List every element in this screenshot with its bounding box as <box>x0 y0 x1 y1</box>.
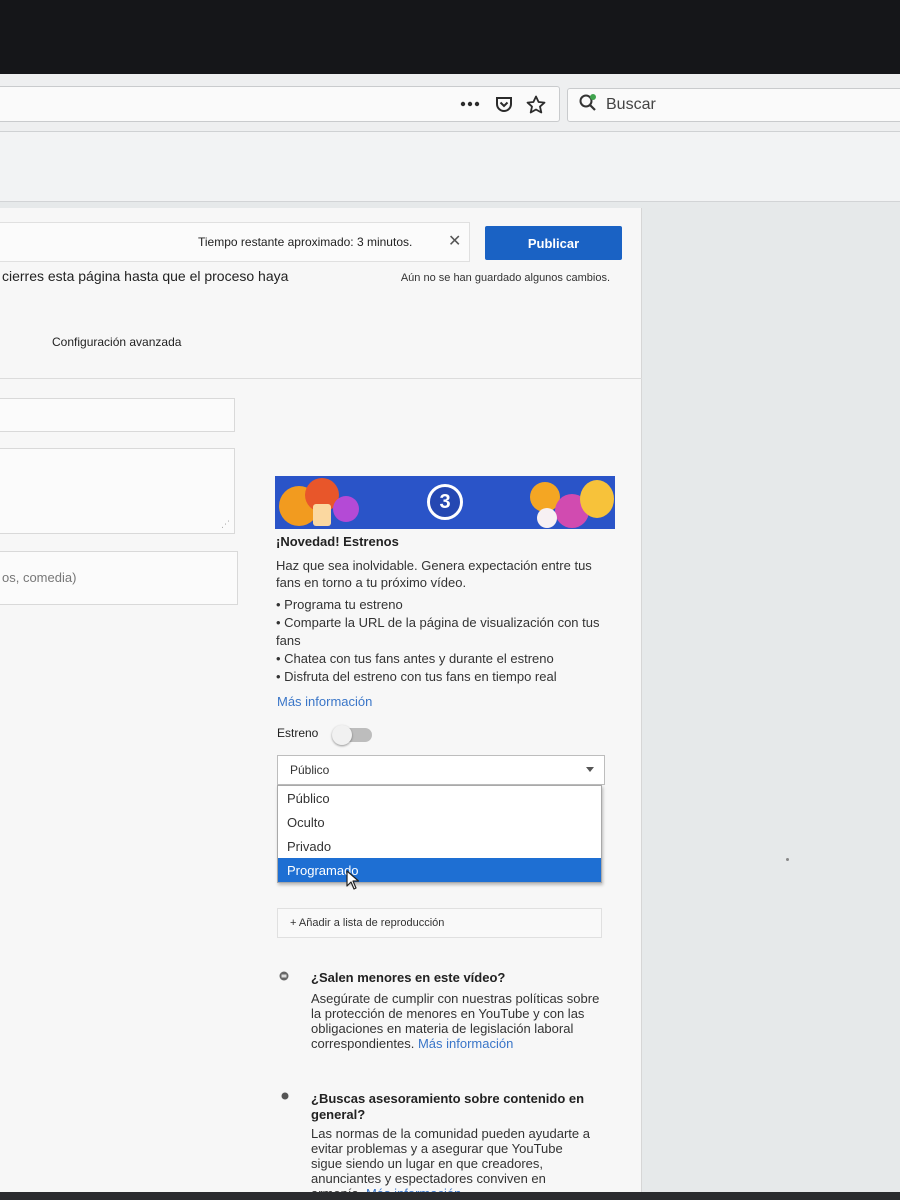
premiere-toggle[interactable] <box>332 725 372 745</box>
privacy-selected-value: Público <box>290 763 330 777</box>
privacy-option-public[interactable]: Público <box>278 786 601 810</box>
browser-toolbar: Buscar <box>0 74 900 132</box>
search-box[interactable]: Buscar <box>567 88 900 122</box>
close-icon[interactable]: ✕ <box>448 231 461 251</box>
screen: Buscar Tiempo restante aproximado: 3 min… <box>0 74 900 1194</box>
mouse-cursor-icon <box>346 870 360 890</box>
title-input[interactable] <box>0 398 235 432</box>
monitor-bezel-bottom <box>0 1192 900 1200</box>
child-icon <box>279 971 289 981</box>
add-to-playlist-button[interactable]: + Añadir a lista de reproducción <box>277 908 602 938</box>
list-item: Comparte la URL de la página de visualiz… <box>276 614 611 650</box>
privacy-select[interactable]: Público <box>277 755 605 785</box>
premiere-banner: 3 <box>275 476 615 529</box>
premiere-feature-list: Programa tu estreno Comparte la URL de l… <box>276 596 611 686</box>
premiere-description: Haz que sea inolvidable. Genera expectac… <box>276 558 592 590</box>
premiere-title: ¡Novedad! Estrenos <box>276 534 399 549</box>
privacy-option-unlisted[interactable]: Oculto <box>278 810 601 834</box>
search-icon <box>578 93 598 118</box>
pocket-icon[interactable] <box>489 90 519 118</box>
description-input[interactable]: ⋰ <box>0 448 235 534</box>
publish-button[interactable]: Publicar <box>485 226 622 260</box>
tags-placeholder: os, comedia) <box>2 570 77 585</box>
guidance-icon <box>281 1092 289 1100</box>
tab-divider <box>0 378 642 379</box>
resize-grip-icon[interactable]: ⋰ <box>221 519 230 530</box>
list-item: Programa tu estreno <box>276 596 611 614</box>
minors-more-info-link[interactable]: Más información <box>418 1036 513 1051</box>
processing-warning: cierres esta página hasta que el proceso… <box>2 268 289 284</box>
tags-input[interactable]: os, comedia) <box>0 551 238 605</box>
time-remaining: Tiempo restante aproximado: 3 minutos. <box>198 235 413 249</box>
premiere-banner-number: 3 <box>427 484 463 520</box>
upload-panel: Tiempo restante aproximado: 3 minutos. ✕… <box>0 208 642 1194</box>
guidance-body: Las normas de la comunidad pueden ayudar… <box>311 1126 596 1194</box>
privacy-dropdown: Público Oculto Privado Programado <box>277 785 602 883</box>
premiere-more-info-link[interactable]: Más información <box>277 694 372 709</box>
search-placeholder: Buscar <box>606 96 656 113</box>
minors-body: Asegúrate de cumplir con nuestras políti… <box>311 991 600 1051</box>
screen-speck <box>786 858 789 861</box>
privacy-option-private[interactable]: Privado <box>278 834 601 858</box>
bookmark-star-icon[interactable] <box>521 90 551 118</box>
privacy-option-scheduled[interactable]: Programado <box>278 858 601 882</box>
chevron-down-icon <box>586 767 594 772</box>
unsaved-changes-notice: Aún no se han guardado algunos cambios. <box>400 272 610 284</box>
more-dots-icon[interactable] <box>455 90 485 118</box>
tab-advanced-settings[interactable]: Configuración avanzada <box>52 335 181 349</box>
list-item: Disfruta del estreno con tus fans en tie… <box>276 668 611 686</box>
list-item: Chatea con tus fans antes y durante el e… <box>276 650 611 668</box>
monitor-bezel-top <box>0 0 900 78</box>
bookmarks-area <box>0 132 900 202</box>
guidance-title: ¿Buscas asesoramiento sobre contenido en… <box>311 1091 585 1122</box>
minors-title: ¿Salen menores en este vídeo? <box>311 970 506 985</box>
premiere-toggle-label: Estreno <box>277 726 319 740</box>
